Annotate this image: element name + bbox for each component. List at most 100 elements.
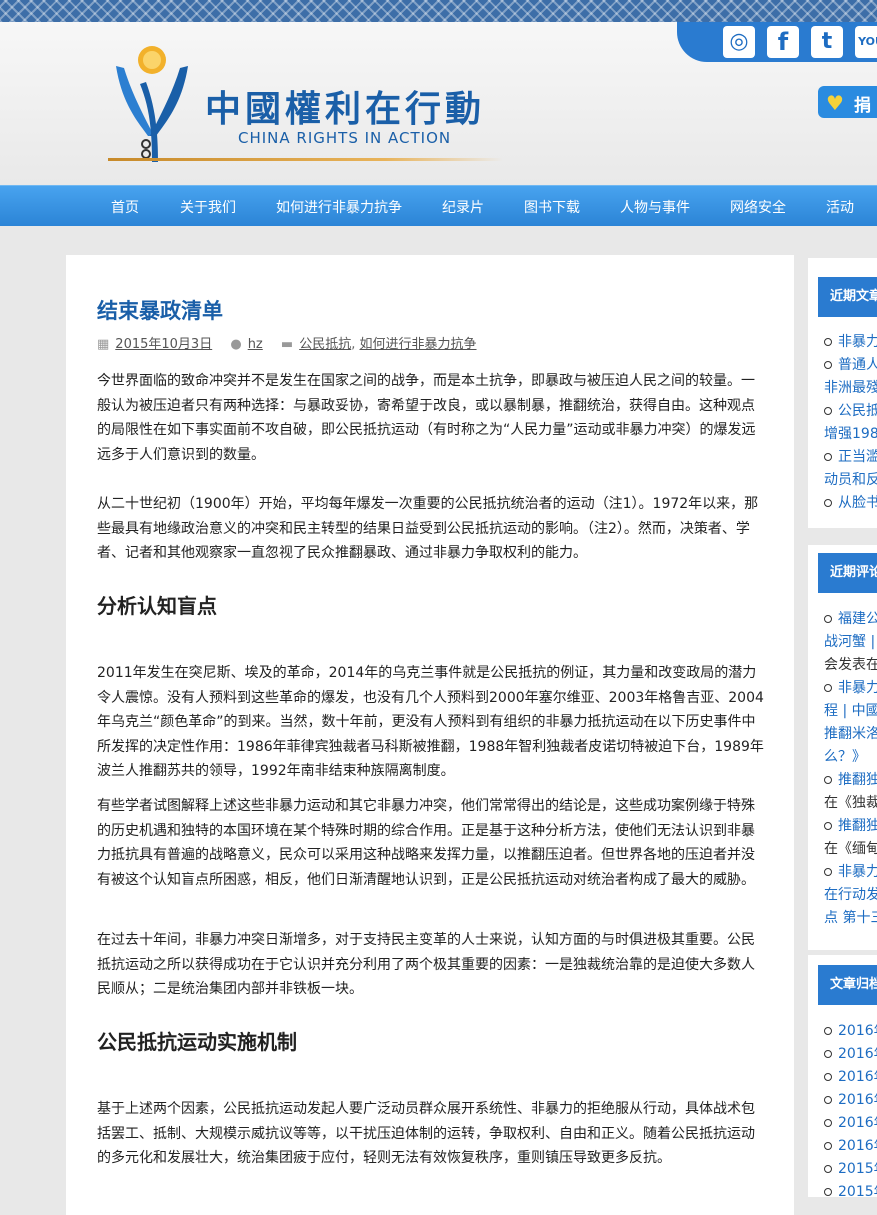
category-link-2[interactable]: 如何进行非暴力抗争 (360, 337, 477, 352)
social-bar: ◎ f t YOU (677, 22, 877, 62)
logo-english-title: CHINA RIGHTS IN ACTION (238, 129, 452, 147)
recent-comment-item-text: 非暴力 (838, 680, 877, 696)
recent-post-item-text: 非暴力 (838, 334, 877, 350)
main-content: 结束暴政清单 ▦ 2015年10月3日 ● hz ▬ 公民抵抗, 如何进行非暴力抗争 … (66, 255, 794, 1215)
recent-post-item[interactable]: 公民抵 (824, 400, 877, 423)
recent-comments-title: 近期评论 (818, 553, 877, 593)
nav-books[interactable]: 图书下载 (524, 197, 580, 217)
camera-icon[interactable]: ◎ (723, 26, 755, 58)
post-title[interactable]: 结束暴政清单 (97, 295, 223, 325)
bullet-icon (824, 1165, 832, 1173)
recent-comment-item[interactable]: 点 第十三 (824, 907, 877, 930)
paragraph-1: 今世界面临的致命冲突并不是发生在国家之间的战争，而是本土抗争，即暴政与被压迫人民… (97, 373, 756, 463)
recent-comment-item-text: 程 | 中國 (824, 703, 877, 719)
post-date-link[interactable]: 2015年10月3日 (115, 337, 212, 352)
nav-nonviolent[interactable]: 如何进行非暴力抗争 (276, 197, 402, 217)
facebook-icon[interactable]: f (767, 26, 799, 58)
recent-comment-item[interactable]: 非暴力 (824, 861, 877, 884)
recent-comment-item-text: 推翻独 (838, 772, 877, 788)
paragraph-3: 2011年发生在突尼斯、埃及的革命，2014年的乌克兰事件就是公民抵抗的例证，其… (97, 665, 764, 780)
archive-item[interactable]: 2016年 (824, 1112, 877, 1135)
recent-post-item-text: 增强198 (824, 426, 877, 442)
paragraph-5: 在过去十年间，非暴力冲突日渐增多，对于支持民主变革的人士来说，认知方面的与时俱进… (97, 932, 755, 998)
recent-comment-item[interactable]: 推翻独 (824, 769, 877, 792)
archive-item[interactable]: 2016年 (824, 1089, 877, 1112)
site-header: ◎ f t YOU 中國權利在行動 CHINA RIGHTS IN ACTION… (0, 22, 877, 184)
recent-comment-item[interactable]: 推翻独 (824, 815, 877, 838)
paragraph-6: 基于上述两个因素，公民抵抗运动发起人要广泛动员群众展开系统性、非暴力的拒绝服从行… (97, 1101, 755, 1167)
recent-comment-item-text: 么？》 (824, 749, 866, 765)
category-link-1[interactable]: 公民抵抗 (299, 337, 351, 352)
youtube-icon[interactable]: YOU (855, 26, 877, 58)
recent-comments-widget: 近期评论 福建公 战河蟹 | 会发表在 非暴力程 | 中國 推翻米洛 么？》 推翻独 在《独裁… (808, 545, 877, 950)
bullet-icon (824, 1027, 832, 1035)
recent-comment-item-text: 推翻米洛 (824, 726, 877, 742)
recent-comment-item-text: 福建公 (838, 611, 877, 627)
archive-item[interactable]: 2016年 (824, 1020, 877, 1043)
nav-people-events[interactable]: 人物与事件 (620, 197, 690, 217)
recent-comment-item: 会发表在 (824, 654, 877, 677)
bullet-icon (824, 1188, 832, 1196)
nav-home[interactable]: 首页 (111, 197, 139, 217)
user-icon: ● (230, 337, 242, 352)
top-pattern-strip (0, 0, 877, 22)
archive-item[interactable]: 2016年 (824, 1135, 877, 1158)
archive-item[interactable]: 2016年 (824, 1043, 877, 1066)
recent-comment-item-text: 在《独裁 (824, 795, 877, 811)
archives-widget: 文章归档 2016年 2016年 2016年 2016年 2016年 2016年 2015年… (808, 955, 877, 1200)
bullet-icon (824, 822, 832, 830)
calendar-icon: ▦ (97, 337, 110, 352)
bullet-icon (824, 338, 832, 346)
bullet-icon (824, 615, 832, 623)
recent-comment-item[interactable]: 战河蟹 | (824, 631, 875, 654)
folder-icon: ▬ (280, 337, 294, 352)
logo-hands-icon (116, 46, 188, 162)
nav-documentary[interactable]: 纪录片 (442, 197, 484, 217)
recent-comment-item[interactable]: 程 | 中國 (824, 700, 877, 723)
archive-item[interactable]: 2016年 (824, 1066, 877, 1089)
nav-activities[interactable]: 活动 (826, 197, 854, 217)
recent-post-item[interactable]: 正当滥 (824, 446, 877, 469)
nav-security[interactable]: 网络安全 (730, 197, 786, 217)
recent-post-item[interactable]: 普通人 (824, 354, 877, 377)
recent-comment-item-text: 非暴力 (838, 864, 877, 880)
recent-post-item[interactable]: 动员和反 (824, 469, 877, 492)
archive-item-text: 2016年 (838, 1023, 877, 1039)
twitter-icon[interactable]: t (811, 26, 843, 58)
recent-posts-widget: 近期文章 非暴力 普通人 非洲最殘 公民抵 增强198 正当滥 动员和反 从脸书 (808, 258, 877, 528)
archive-item[interactable]: 2015年 (824, 1158, 877, 1181)
bullet-icon (824, 1050, 832, 1058)
recent-comment-item-text: 会发表在 (824, 657, 877, 673)
recent-post-item[interactable]: 从脸书 (824, 492, 877, 515)
bullet-icon (824, 361, 832, 369)
author-link[interactable]: hz (248, 337, 263, 352)
recent-comment-item[interactable]: 么？》 (824, 746, 866, 769)
recent-comment-item[interactable]: 在行动发 (824, 884, 877, 907)
archive-item-text: 2016年 (838, 1138, 877, 1154)
recent-comment-item[interactable]: 非暴力 (824, 677, 877, 700)
paragraph-4: 有些学者试图解释上述这些非暴力运动和其它非暴力冲突，他们常常得出的结论是，这些成… (97, 798, 755, 888)
recent-comment-item[interactable]: 福建公 (824, 608, 877, 631)
recent-comment-item: 在《独裁 (824, 792, 877, 815)
recent-comment-item[interactable]: 推翻米洛 (824, 723, 877, 746)
bullet-icon (824, 868, 832, 876)
archive-item[interactable]: 2015年 (824, 1181, 877, 1204)
archive-item-text: 2016年 (838, 1046, 877, 1062)
post-meta: ▦ 2015年10月3日 ● hz ▬ 公民抵抗, 如何进行非暴力抗争 (97, 333, 477, 352)
logo-underline (108, 158, 503, 161)
recent-post-item[interactable]: 增强198 (824, 423, 877, 446)
nav-about[interactable]: 关于我们 (180, 197, 236, 217)
recent-comment-item-text: 战河蟹 | (824, 634, 876, 650)
donate-label: 捐 (854, 96, 871, 116)
recent-post-item-text: 从脸书 (838, 495, 877, 511)
recent-comment-item-text: 推翻独 (838, 818, 877, 834)
recent-post-item[interactable]: 非洲最殘 (824, 377, 877, 400)
bullet-icon (824, 499, 832, 507)
recent-comment-item-text: 点 第十三 (824, 910, 877, 926)
recent-post-item[interactable]: 非暴力 (824, 331, 877, 354)
donate-button[interactable]: ♥ 捐 (818, 86, 877, 118)
archive-item-text: 2016年 (838, 1092, 877, 1108)
bullet-icon (824, 1073, 832, 1081)
bullet-icon (824, 1119, 832, 1127)
logo-chinese-title: 中國權利在行動 (205, 88, 486, 130)
